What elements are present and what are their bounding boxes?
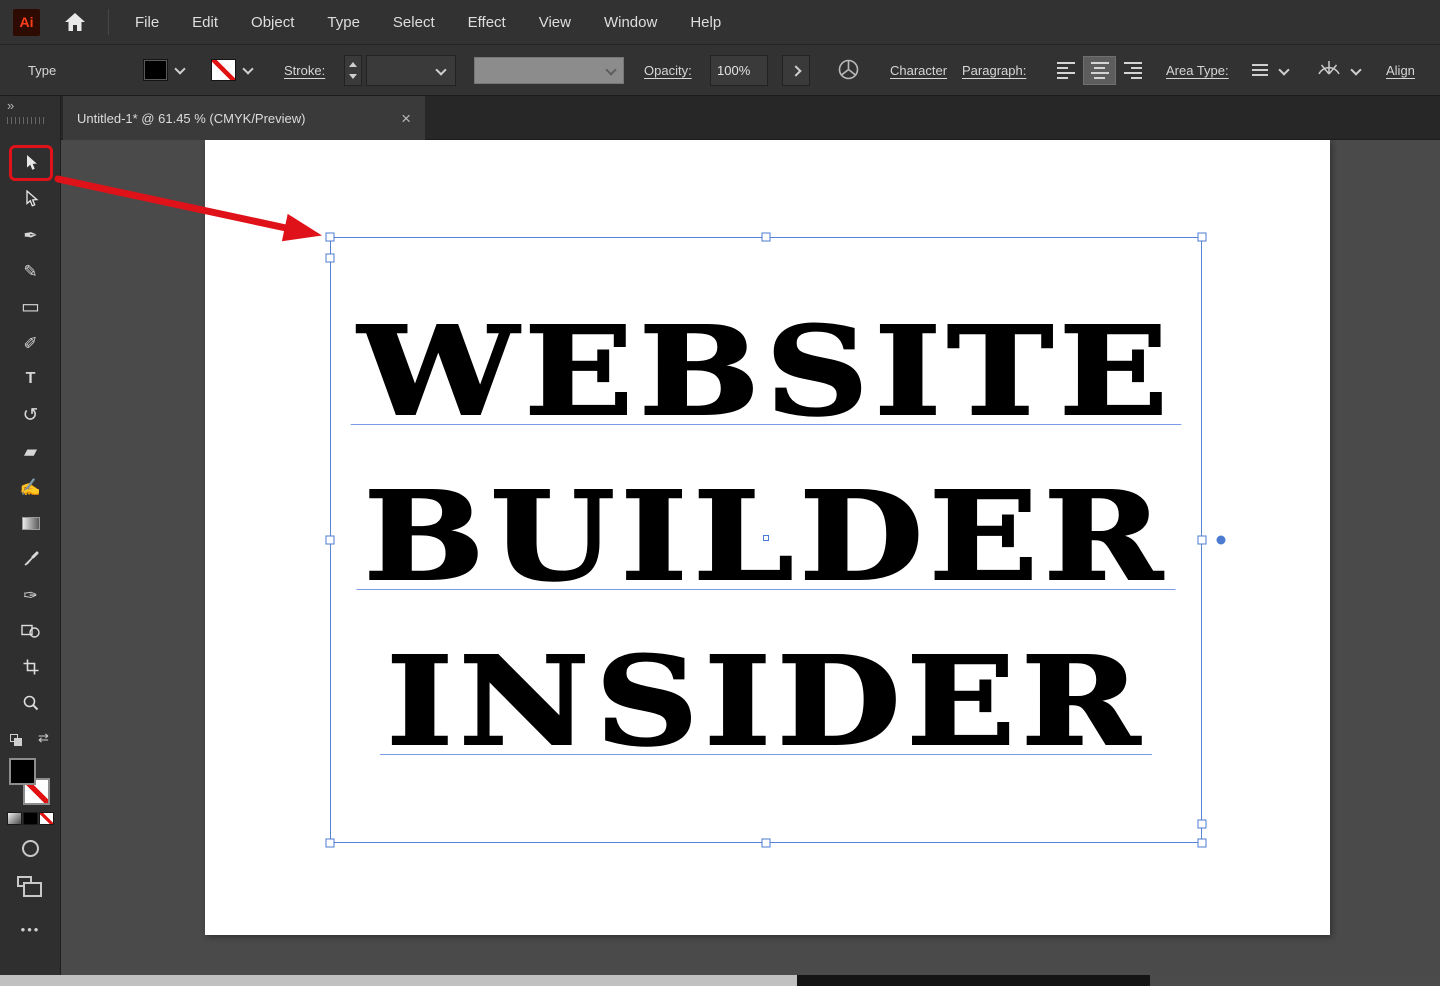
selection-center-point[interactable] bbox=[763, 535, 769, 541]
text-resize-widget[interactable] bbox=[1217, 536, 1226, 545]
tab-title: Untitled-1* @ 61.45 % (CMYK/Preview) bbox=[77, 111, 306, 126]
fill-color-swatch[interactable] bbox=[144, 60, 167, 80]
direct-selection-tool[interactable] bbox=[0, 181, 61, 217]
color-mode-buttons bbox=[7, 812, 54, 825]
document-tab-bar: Untitled-1* @ 61.45 % (CMYK/Preview) × bbox=[61, 96, 1440, 140]
fill-swatch[interactable] bbox=[9, 758, 36, 785]
menu-view[interactable]: View bbox=[539, 14, 571, 31]
opacity-value: 100% bbox=[717, 63, 750, 78]
menu-divider bbox=[108, 9, 109, 35]
selection-handle-top-middle[interactable] bbox=[762, 233, 771, 242]
text-in-port-handle[interactable] bbox=[326, 254, 335, 263]
default-fill-stroke-icon[interactable] bbox=[10, 734, 18, 742]
opacity-input[interactable]: 100% bbox=[710, 55, 768, 86]
tools-panel: » ✒ ✎ ▭ ✐ T ↺ ▰ ✍ ✑ bbox=[0, 96, 61, 975]
selection-handle-middle-right[interactable] bbox=[1198, 536, 1207, 545]
tab-close-icon[interactable]: × bbox=[401, 110, 411, 127]
selection-handle-middle-left[interactable] bbox=[326, 536, 335, 545]
align-right-button[interactable] bbox=[1116, 56, 1149, 85]
toolbar-tools: ✒ ✎ ▭ ✐ T ↺ ▰ ✍ ✑ bbox=[0, 145, 61, 721]
opacity-label[interactable]: Opacity: bbox=[644, 63, 692, 78]
selection-handle-top-left[interactable] bbox=[326, 233, 335, 242]
zoom-tool[interactable] bbox=[0, 685, 61, 721]
envelope-distort-icon[interactable] bbox=[1316, 58, 1342, 76]
screen-mode-icon[interactable] bbox=[17, 876, 32, 887]
shaper-tool[interactable]: ✍ bbox=[0, 469, 61, 505]
opacity-options-button[interactable] bbox=[782, 55, 810, 86]
eyedropper-tool[interactable] bbox=[0, 541, 61, 577]
text-out-port-handle[interactable] bbox=[1198, 820, 1207, 829]
selection-tool[interactable] bbox=[9, 145, 53, 181]
bottom-strip-dark-segment bbox=[797, 975, 1150, 986]
variable-width-profile-select[interactable] bbox=[474, 57, 624, 84]
bottom-strip-right-segment bbox=[1150, 975, 1440, 986]
chevron-down-icon[interactable] bbox=[1278, 64, 1289, 75]
character-label[interactable]: Character bbox=[890, 63, 947, 78]
control-bar: Type Stroke: Opacity: 100% Characte bbox=[0, 45, 1440, 96]
swap-fill-stroke-icon[interactable]: ⇄ bbox=[38, 730, 49, 746]
menu-type[interactable]: Type bbox=[327, 14, 360, 31]
illustrator-window: Ai File Edit Object Type Select Effect V… bbox=[0, 0, 1440, 986]
blob-brush-tool[interactable]: ✑ bbox=[0, 577, 61, 613]
chevron-down-icon bbox=[605, 64, 616, 75]
app-logo-icon[interactable]: Ai bbox=[13, 9, 40, 36]
bottom-strip bbox=[0, 975, 1440, 986]
menu-select[interactable]: Select bbox=[393, 14, 435, 31]
align-panel-label[interactable]: Align bbox=[1386, 63, 1415, 78]
chevron-down-icon[interactable] bbox=[1350, 64, 1361, 75]
artboard-tool[interactable] bbox=[0, 649, 61, 685]
align-left-button[interactable] bbox=[1050, 56, 1083, 85]
paragraph-align-group bbox=[1050, 56, 1149, 85]
chevron-right-icon bbox=[790, 65, 801, 76]
menu-bar: Ai File Edit Object Type Select Effect V… bbox=[0, 0, 1440, 45]
document-tab[interactable]: Untitled-1* @ 61.45 % (CMYK/Preview) × bbox=[63, 96, 425, 140]
gradient-mode-icon[interactable] bbox=[7, 812, 22, 825]
fill-chevron-down-icon[interactable] bbox=[174, 63, 185, 74]
edit-toolbar-icon[interactable]: ••• bbox=[0, 922, 61, 937]
menu-effect[interactable]: Effect bbox=[468, 14, 506, 31]
selection-handle-bottom-middle[interactable] bbox=[762, 839, 771, 848]
recolor-artwork-icon[interactable] bbox=[838, 59, 859, 80]
color-mode-icon[interactable] bbox=[23, 812, 38, 825]
chevron-down-icon[interactable] bbox=[435, 64, 446, 75]
selection-handle-bottom-right[interactable] bbox=[1198, 839, 1207, 848]
stroke-weight-stepper[interactable] bbox=[344, 55, 362, 86]
menu-object[interactable]: Object bbox=[251, 14, 294, 31]
rectangle-tool[interactable]: ▭ bbox=[0, 289, 61, 325]
stepper-up-icon[interactable] bbox=[349, 62, 357, 67]
stroke-chevron-down-icon[interactable] bbox=[242, 63, 253, 74]
context-label: Type bbox=[28, 63, 56, 78]
selection-handle-bottom-left[interactable] bbox=[326, 839, 335, 848]
menu-items: File Edit Object Type Select Effect View… bbox=[135, 14, 721, 31]
menu-file[interactable]: File bbox=[135, 14, 159, 31]
selection-handle-top-right[interactable] bbox=[1198, 233, 1207, 242]
toolbar-grip[interactable] bbox=[7, 117, 47, 124]
none-mode-icon[interactable] bbox=[39, 812, 54, 825]
stroke-weight-select[interactable] bbox=[366, 55, 456, 86]
pen-tool[interactable]: ✒ bbox=[0, 217, 61, 253]
area-type-label[interactable]: Area Type: bbox=[1166, 63, 1229, 78]
paragraph-label[interactable]: Paragraph: bbox=[962, 63, 1026, 78]
paintbrush-tool[interactable]: ✐ bbox=[0, 325, 61, 361]
area-type-options-icon[interactable] bbox=[1252, 64, 1268, 76]
eraser-tool[interactable]: ▰ bbox=[0, 433, 61, 469]
stepper-down-icon[interactable] bbox=[349, 74, 357, 79]
swatch-controls: ⇄ bbox=[0, 732, 61, 748]
type-tool[interactable]: T bbox=[0, 361, 61, 397]
rotate-tool[interactable]: ↺ bbox=[0, 397, 61, 433]
drawing-mode-icon[interactable] bbox=[22, 840, 39, 857]
curvature-tool[interactable]: ✎ bbox=[0, 253, 61, 289]
menu-window[interactable]: Window bbox=[604, 14, 657, 31]
collapse-panel-icon[interactable]: » bbox=[7, 98, 13, 113]
stroke-color-swatch[interactable] bbox=[212, 60, 235, 80]
stroke-label[interactable]: Stroke: bbox=[284, 63, 325, 78]
menu-edit[interactable]: Edit bbox=[192, 14, 218, 31]
gradient-tool[interactable] bbox=[0, 505, 61, 541]
home-icon[interactable] bbox=[62, 12, 88, 32]
menu-help[interactable]: Help bbox=[690, 14, 721, 31]
align-center-button[interactable] bbox=[1083, 56, 1116, 85]
app-logo-label: Ai bbox=[20, 14, 34, 30]
shape-builder-tool[interactable] bbox=[0, 613, 61, 649]
